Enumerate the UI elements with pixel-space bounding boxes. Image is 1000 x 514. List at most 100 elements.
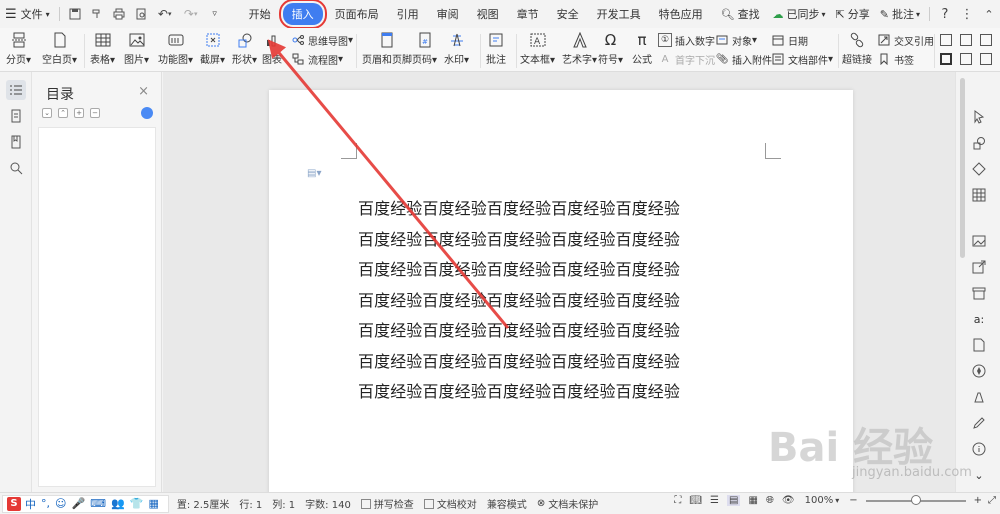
wordart-button[interactable]: 艺术字▾: [562, 28, 597, 66]
export-icon[interactable]: [970, 258, 988, 276]
shapes-panel-icon[interactable]: [970, 134, 988, 152]
read-mode-icon[interactable]: 📖︎: [689, 495, 702, 506]
clean-icon[interactable]: [970, 388, 988, 406]
tab-page-layout[interactable]: 页面布局: [326, 3, 388, 25]
zoom-out-button[interactable]: −: [849, 495, 857, 506]
tab-references[interactable]: 引用: [388, 3, 428, 25]
edit-icon[interactable]: [970, 414, 988, 432]
tab-developer[interactable]: 开发工具: [588, 3, 650, 25]
sync-button[interactable]: ☁ 已同步 ▾: [768, 3, 831, 25]
insert-number-button[interactable]: ① 插入数字: [658, 31, 715, 49]
comment-button[interactable]: ✎ 批注 ▾: [875, 3, 925, 25]
function-chart-button[interactable]: 功能图▾: [158, 28, 193, 66]
document-line[interactable]: 百度经验百度经验百度经验百度经验百度经验: [358, 347, 680, 378]
watermark-button[interactable]: 水印▾: [444, 28, 469, 66]
hyperlink-button[interactable]: 超链接: [842, 28, 872, 66]
translate-icon[interactable]: a꞉: [970, 310, 988, 328]
close-icon[interactable]: ×: [138, 84, 149, 99]
share-button[interactable]: ⇱ 分享: [831, 3, 875, 25]
zoom-in-button[interactable]: +: [974, 495, 982, 506]
zoom-slider[interactable]: [865, 494, 966, 505]
scroll-down-icon[interactable]: ⌄: [970, 466, 988, 484]
compass-icon[interactable]: [970, 362, 988, 380]
shape-button[interactable]: 形状▾: [232, 28, 257, 66]
eye-care-icon[interactable]: 👁︎: [782, 495, 795, 506]
archive-icon[interactable]: [970, 284, 988, 302]
layout-view-3-button[interactable]: [980, 31, 995, 49]
header-footer-button[interactable]: 页眉和页脚: [362, 28, 412, 66]
cursor-icon[interactable]: [970, 108, 988, 126]
ime-punct-toggle[interactable]: °,: [41, 497, 50, 510]
ime-lang-toggle[interactable]: 中: [25, 496, 36, 512]
toc-add-icon[interactable]: +: [74, 108, 84, 118]
document-line[interactable]: 百度经验百度经验百度经验百度经验百度经验: [358, 255, 680, 286]
page-view-icon[interactable]: ▤: [727, 495, 741, 506]
outline-view-icon[interactable]: ☰: [710, 495, 719, 506]
collapse-ribbon-icon[interactable]: ⌃: [978, 3, 1000, 25]
document-body[interactable]: 百度经验百度经验百度经验百度经验百度经验 百度经验百度经验百度经验百度经验百度经…: [358, 194, 680, 408]
tab-review[interactable]: 审阅: [428, 3, 468, 25]
doc-parts-button[interactable]: 文档部件 ▾: [771, 50, 833, 68]
fit-window-icon[interactable]: ⤢: [988, 495, 996, 506]
object-button[interactable]: 对象 ▾: [715, 31, 757, 49]
document-icon[interactable]: [970, 336, 988, 354]
attachment-button[interactable]: 📎︎ 插入附件: [715, 50, 772, 68]
toc-collapse-icon[interactable]: ⌃: [58, 108, 68, 118]
layout-view-5-button[interactable]: [960, 50, 975, 68]
flowchart-button[interactable]: 流程图 ▾: [291, 50, 343, 68]
page-break-button[interactable]: 分页▾: [6, 28, 31, 66]
ime-tools-icon[interactable]: ▦: [148, 497, 158, 510]
document-line[interactable]: 百度经验百度经验百度经验百度经验百度经验: [358, 194, 680, 225]
symbol-button[interactable]: Ω 符号▾: [598, 28, 623, 66]
redo-icon[interactable]: ↷ ▾: [178, 3, 204, 25]
comment-insert-button[interactable]: 批注: [486, 28, 506, 66]
toc-remove-icon[interactable]: −: [90, 108, 100, 118]
toc-nav-icon[interactable]: [6, 80, 26, 100]
layout-view-6-button[interactable]: [980, 50, 995, 68]
ime-emoji-icon[interactable]: ☺: [55, 497, 66, 510]
tab-section[interactable]: 章节: [508, 3, 548, 25]
smart-toc-icon[interactable]: [141, 107, 153, 119]
ime-voice-icon[interactable]: 🎤: [71, 497, 85, 510]
more-icon[interactable]: ⋮: [956, 3, 978, 25]
zoom-slider-knob[interactable]: [910, 494, 921, 505]
info-icon[interactable]: [970, 440, 988, 458]
doc-compare-button[interactable]: 文档校对: [423, 496, 477, 511]
formula-button[interactable]: π 公式: [632, 28, 652, 66]
layout-view-2-button[interactable]: [960, 31, 975, 49]
paragraph-layout-icon[interactable]: ▤▾: [307, 168, 321, 179]
find-replace-icon[interactable]: [6, 158, 26, 178]
format-painter-icon[interactable]: [86, 3, 108, 25]
layout-view-4-button[interactable]: [940, 50, 955, 68]
style-panel-icon[interactable]: [970, 160, 988, 178]
document-line[interactable]: 百度经验百度经验百度经验百度经验百度经验: [358, 286, 680, 317]
table-button[interactable]: 表格▾: [90, 28, 115, 66]
undo-icon[interactable]: ↶ ▾: [152, 3, 178, 25]
chevron-down-icon[interactable]: ▾: [835, 496, 839, 505]
customize-icon[interactable]: ▿: [204, 3, 226, 25]
ime-keyboard-icon[interactable]: ⌨: [90, 497, 106, 510]
screenshot-button[interactable]: 截屏▾: [200, 28, 225, 66]
chart-button[interactable]: 图表: [262, 28, 282, 66]
tab-security[interactable]: 安全: [548, 3, 588, 25]
file-menu[interactable]: ☰ 文件 ▾: [0, 3, 55, 25]
word-count[interactable]: 字数: 140: [305, 496, 351, 511]
blank-page-button[interactable]: 空白页▾: [42, 28, 77, 66]
date-button[interactable]: 日期: [771, 31, 808, 49]
layout-view-1-button[interactable]: [940, 31, 955, 49]
ime-user-icon[interactable]: 👥: [111, 497, 125, 510]
tab-insert[interactable]: 插入: [278, 0, 327, 29]
vertical-scrollbar[interactable]: [958, 78, 966, 258]
picture-button[interactable]: 图片▾: [124, 28, 149, 66]
page-thumbnail-icon[interactable]: [6, 106, 26, 126]
search-button[interactable]: 🔍︎ 查找: [712, 3, 769, 25]
print-preview-icon[interactable]: [130, 3, 152, 25]
bookmark-button[interactable]: 书签: [877, 50, 914, 68]
bookmark-nav-icon[interactable]: [6, 132, 26, 152]
help-icon[interactable]: ?: [934, 3, 956, 25]
document-line[interactable]: 百度经验百度经验百度经验百度经验百度经验: [358, 225, 680, 256]
document-line[interactable]: 百度经验百度经验百度经验百度经验百度经验: [358, 316, 680, 347]
print-icon[interactable]: [108, 3, 130, 25]
cross-ref-button[interactable]: 交叉引用: [877, 31, 934, 49]
protection-status[interactable]: ⊗ 文档未保护: [537, 496, 598, 511]
